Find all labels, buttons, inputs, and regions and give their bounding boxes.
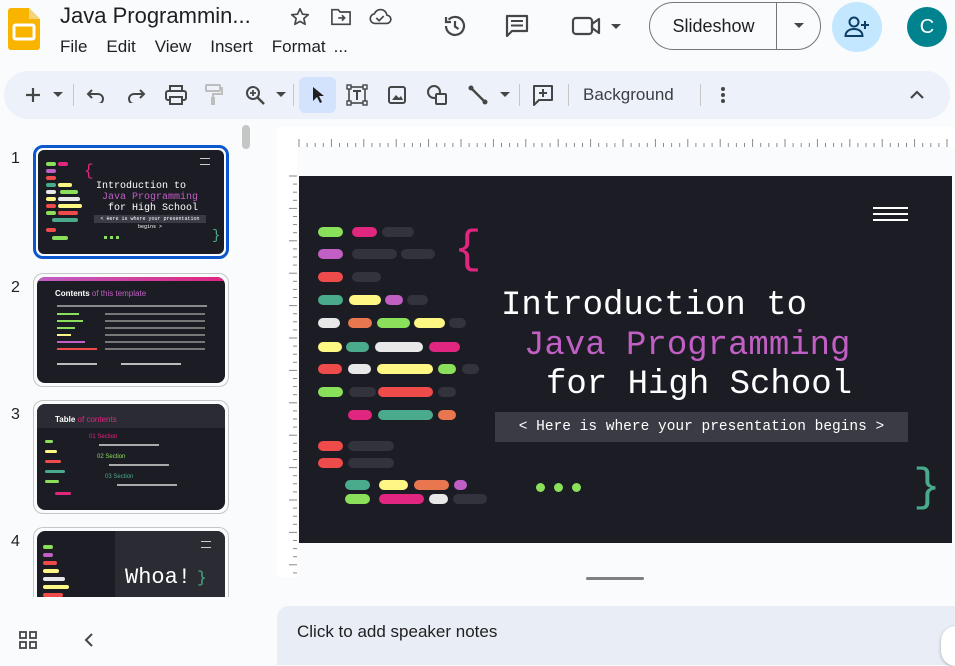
slideshow-button[interactable]: Slideshow: [649, 2, 777, 50]
grid-view-icon[interactable]: [15, 627, 41, 653]
redo-icon[interactable]: [124, 83, 148, 107]
slide-title-line-2: Java Programming: [524, 327, 851, 365]
slide-thumbnail-1[interactable]: { Introduction to Java Programming for H…: [38, 150, 224, 254]
add-person-icon: [844, 16, 869, 37]
slide-number: 4: [11, 533, 20, 550]
more-options-icon[interactable]: [711, 83, 735, 107]
slide-number: 2: [11, 279, 20, 296]
document-title[interactable]: Java Programmin...: [60, 3, 251, 29]
cursor-select-icon[interactable]: [306, 83, 330, 107]
menu-more[interactable]: ...: [334, 37, 348, 57]
section-label: Section: [105, 454, 126, 460]
dot: [554, 483, 563, 492]
comments-icon[interactable]: [504, 13, 530, 39]
slide-thumbnail-4[interactable]: Whoa! }: [37, 531, 225, 597]
horizontal-ruler[interactable]: [277, 127, 955, 147]
thumb3-title-b: of contents: [77, 415, 117, 424]
chevron-down-icon: [793, 23, 804, 28]
slide-thumbnail-3[interactable]: Table of contents 01 Section 02 Section …: [37, 404, 225, 510]
new-slide-layout-caret-icon[interactable]: [48, 83, 68, 107]
filmstrip-scrollbar[interactable]: [242, 125, 250, 149]
meet-video-icon[interactable]: [571, 13, 625, 39]
star-icon[interactable]: [287, 4, 313, 30]
new-slide-icon[interactable]: [21, 83, 45, 107]
account-avatar[interactable]: C: [907, 7, 947, 47]
menu-edit[interactable]: Edit: [106, 37, 135, 57]
notes-resize-handle[interactable]: [586, 577, 644, 580]
collapse-toolbar-icon[interactable]: [905, 83, 929, 107]
menu-insert[interactable]: Insert: [210, 37, 253, 57]
collapse-filmstrip-icon[interactable]: [76, 627, 102, 653]
toolbar-divider: [700, 84, 701, 106]
slide-thumbnail-2[interactable]: Contents of this template: [37, 277, 225, 383]
move-folder-icon[interactable]: [328, 4, 354, 30]
slide-canvas[interactable]: { } Introduction to Java Programming for…: [299, 176, 952, 543]
section-label: Section: [113, 474, 134, 480]
slides-logo[interactable]: [8, 8, 40, 50]
share-button[interactable]: [832, 2, 882, 52]
side-panel-toggle[interactable]: [941, 626, 955, 666]
toolbar-divider: [568, 84, 569, 106]
section-label: Section: [97, 434, 118, 440]
thumb2-title-b: of this template: [91, 289, 147, 298]
slide-number: 1: [11, 150, 20, 167]
print-icon[interactable]: [164, 83, 188, 107]
background-button[interactable]: Background: [583, 85, 674, 105]
menu-view[interactable]: View: [155, 37, 192, 57]
thumb2-title-a: Contents: [55, 289, 90, 298]
add-comment-icon[interactable]: [531, 83, 555, 107]
menu-bar: File Edit View Insert Format ...: [60, 37, 367, 57]
undo-icon[interactable]: [84, 83, 108, 107]
cloud-status-icon[interactable]: [367, 4, 393, 30]
section-number: 01: [89, 434, 96, 440]
line-caret-icon[interactable]: [495, 83, 515, 107]
toolbar-divider: [519, 84, 520, 106]
slide-title-line-1: Introduction to: [501, 287, 808, 325]
slide-subtitle: < Here is where your presentation begins…: [495, 412, 908, 442]
dot: [572, 483, 581, 492]
open-brace: {: [454, 224, 482, 276]
slide-title-line-3: for High School: [546, 366, 853, 404]
slide-number: 3: [11, 406, 20, 423]
thumb4-text: Whoa!: [125, 565, 192, 590]
toolbar-divider: [293, 84, 294, 106]
zoom-icon[interactable]: [243, 83, 267, 107]
section-number: 02: [97, 454, 104, 460]
vertical-ruler[interactable]: [277, 147, 297, 577]
section-number: 03: [105, 474, 112, 480]
paint-format-icon[interactable]: [202, 83, 226, 107]
dot: [536, 483, 545, 492]
line-icon[interactable]: [466, 83, 490, 107]
version-history-icon[interactable]: [442, 13, 468, 39]
text-box-icon[interactable]: [345, 83, 369, 107]
toolbar-divider: [73, 84, 74, 106]
thumb3-title-a: Table: [55, 415, 76, 424]
menu-file[interactable]: File: [60, 37, 87, 57]
zoom-caret-icon[interactable]: [272, 83, 290, 107]
speaker-notes-placeholder[interactable]: Click to add speaker notes: [297, 622, 497, 642]
shape-icon[interactable]: [425, 83, 449, 107]
close-brace: }: [913, 462, 941, 514]
hamburger-menu-icon: [873, 207, 908, 221]
slideshow-options-button[interactable]: [776, 2, 821, 50]
menu-format[interactable]: Format: [272, 37, 326, 57]
insert-image-icon[interactable]: [385, 83, 409, 107]
